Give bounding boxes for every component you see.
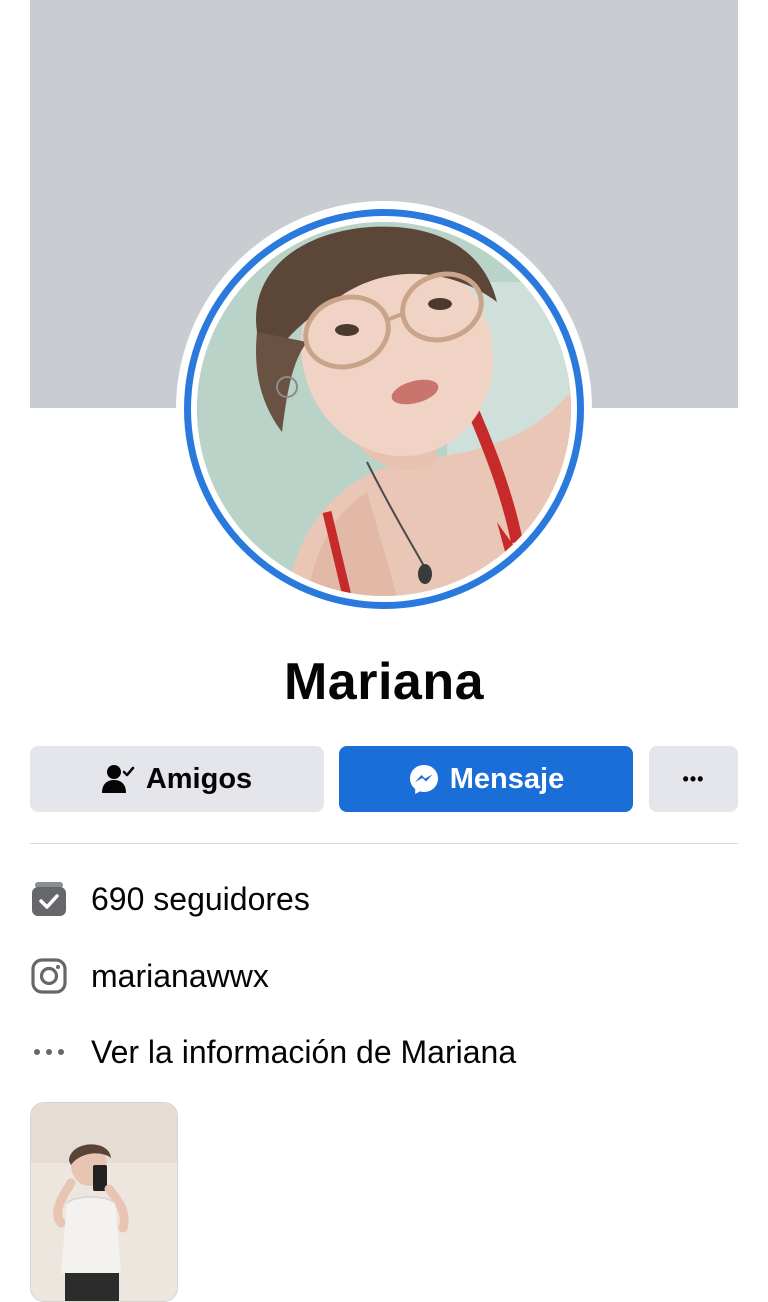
profile-picture[interactable] [176,201,592,617]
more-options-button[interactable]: ••• [649,746,738,812]
more-dots-icon [30,1033,68,1071]
featured-photo-illustration [31,1103,177,1301]
message-button-label: Mensaje [449,762,565,795]
avatar [197,222,571,596]
followers-count: 690 seguidores [91,881,310,917]
divider [30,843,738,844]
message-button[interactable]: Mensaje [339,746,633,812]
friends-button[interactable]: Amigos [30,746,324,812]
about-info-link: Ver la información de Mariana [91,1034,517,1070]
followers-check-icon [30,880,68,918]
profile-photo-illustration [197,222,571,596]
instagram-row[interactable]: marianawwx [30,952,738,1000]
person-check-icon [101,764,136,794]
more-dots-icon: ••• [682,768,705,789]
followers-row[interactable]: 690 seguidores [30,875,738,923]
story-ring [184,209,584,609]
profile-name: Mariana [283,653,485,711]
friends-button-label: Amigos [145,762,253,795]
instagram-icon [30,957,68,995]
featured-photo-thumbnail[interactable] [30,1102,178,1302]
messenger-icon [408,763,440,795]
instagram-username: marianawwx [91,958,269,994]
about-info-row[interactable]: Ver la información de Mariana [30,1028,738,1076]
